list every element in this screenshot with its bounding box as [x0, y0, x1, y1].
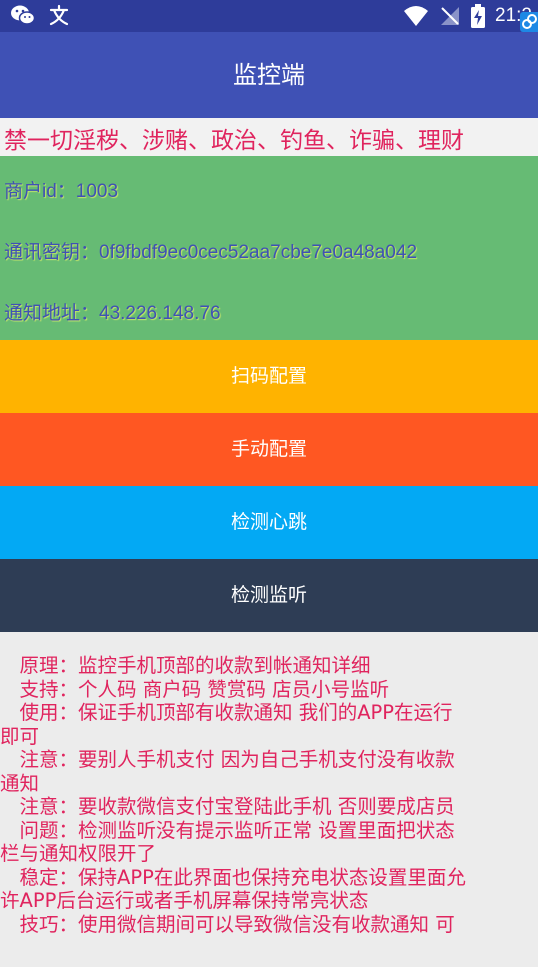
note-line: 支持：个人码 商户码 赞赏码 店员小号监听 — [0, 677, 390, 701]
scan-config-button[interactable]: 扫码配置 — [0, 340, 538, 413]
note-line: 问题：检测监听没有提示监听正常 设置里面把状态 — [0, 818, 455, 842]
banner-marquee: 禁一切淫秽、涉赌、政治、钓鱼、诈骗、理财 — [0, 118, 538, 156]
banner-text: 禁一切淫秽、涉赌、政治、钓鱼、诈骗、理财 — [4, 128, 464, 154]
note-line: 稳定：保持APP在此界面也保持充电状态设置里面允 — [0, 865, 466, 889]
note-line: 栏与通知权限开了 — [0, 842, 157, 865]
check-heartbeat-button[interactable]: 检测心跳 — [0, 486, 538, 559]
note-line: 通知 — [0, 771, 40, 795]
no-signal-icon — [439, 5, 461, 27]
note-line: 注意：要收款微信支付宝登陆此手机 否则要成店员 — [0, 795, 455, 818]
app-bar: 监控端 — [0, 32, 538, 118]
info-panel: 商户id：1003 通讯密钥：0f9fbdf9ec0cec52aa7cbe7e0… — [0, 156, 538, 340]
merchant-id-text: 商户id：1003 — [4, 181, 119, 202]
check-listener-button[interactable]: 检测监听 — [0, 559, 538, 632]
text-input-icon — [48, 4, 70, 26]
note-line: 即可 — [0, 724, 40, 748]
manual-config-button[interactable]: 手动配置 — [0, 413, 538, 486]
note-line: 技巧：使用微信期间可以导致微信没有收款通知 可 — [0, 912, 455, 936]
link-icon[interactable] — [520, 12, 538, 32]
page-title: 监控端 — [233, 61, 305, 89]
status-bar: 21:2 — [0, 0, 538, 32]
wifi-icon — [403, 5, 429, 27]
note-line: 使用：保证手机顶部有收款通知 我们的APP在运行 — [0, 701, 453, 724]
note-line: 原理：监控手机顶部的收款到帐通知详细 — [0, 654, 371, 677]
note-line: 许APP后台运行或者手机屏幕保持常亮状态 — [0, 889, 369, 912]
notify-address-text: 通知地址：43.226.148.76 — [4, 303, 221, 324]
battery-charging-icon — [471, 4, 486, 28]
wechat-icon — [10, 4, 36, 26]
note-line: 注意：要别人手机支付 因为自己手机支付没有收款 — [0, 748, 455, 771]
instructions-text: 原理：监控手机顶部的收款到帐通知详细 支持：个人码 商户码 赞赏码 店员小号监听… — [0, 654, 538, 967]
secret-key-text: 通讯密钥：0f9fbdf9ec0cec52aa7cbe7e0a48a042 — [4, 242, 418, 263]
